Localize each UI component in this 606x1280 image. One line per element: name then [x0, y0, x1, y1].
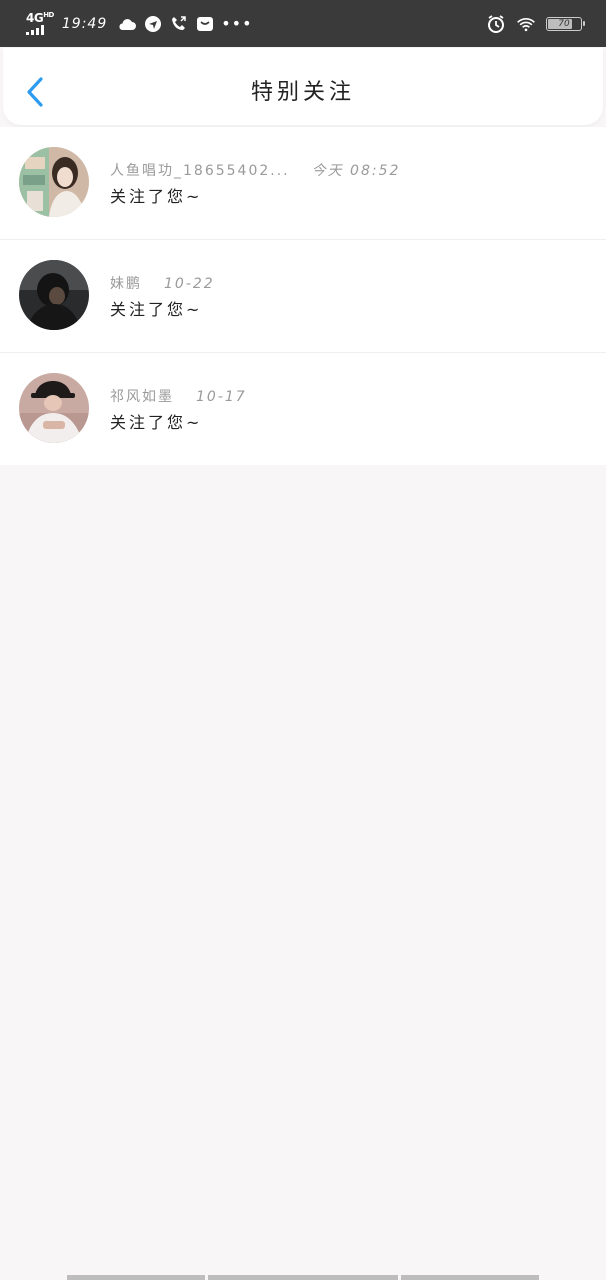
item-time: 今天 08:52: [311, 163, 401, 179]
item-message: 关注了您~: [110, 300, 203, 319]
user-name[interactable]: 人鱼唱功_18655402...: [110, 163, 290, 179]
battery-level: 70: [558, 18, 570, 29]
back-button[interactable]: [23, 76, 47, 108]
top-header: 特别关注: [3, 48, 603, 125]
page-title: 特别关注: [250, 80, 355, 105]
follow-list: 人鱼唱功_18655402... 今天 08:52 关注了您~ 妹鹏 10-22 关…: [0, 127, 606, 465]
item-meta: 祁风如墨 10-17: [110, 386, 247, 406]
list-item[interactable]: 祁风如墨 10-17 关注了您~: [0, 352, 606, 465]
list-item[interactable]: 妹鹏 10-22 关注了您~: [0, 239, 606, 352]
item-time: 10-22: [164, 276, 215, 292]
item-time: 10-17: [196, 389, 247, 405]
user-name[interactable]: 妹鹏: [110, 276, 142, 292]
item-meta: 人鱼唱功_18655402... 今天 08:52: [110, 160, 400, 180]
item-message: 关注了您~: [110, 187, 203, 206]
nav-segment-middle[interactable]: [208, 1275, 398, 1280]
gesture-nav-bar[interactable]: [67, 1275, 539, 1280]
item-message: 关注了您~: [110, 413, 203, 432]
avatar[interactable]: [19, 147, 89, 217]
user-name[interactable]: 祁风如墨: [110, 389, 174, 405]
nav-segment-right[interactable]: [401, 1275, 539, 1280]
chevron-left-icon: [27, 77, 43, 107]
nav-segment-left[interactable]: [67, 1275, 205, 1280]
list-item[interactable]: 人鱼唱功_18655402... 今天 08:52 关注了您~: [0, 127, 606, 239]
avatar[interactable]: [19, 373, 89, 443]
item-meta: 妹鹏 10-22: [110, 273, 215, 293]
avatar[interactable]: [19, 260, 89, 330]
